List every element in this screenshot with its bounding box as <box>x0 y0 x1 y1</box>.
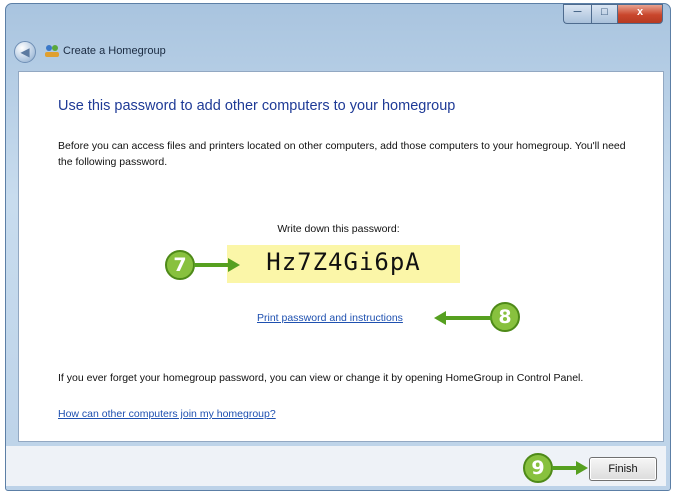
minimize-button[interactable]: ─ <box>563 4 591 24</box>
window-title: Create a Homegroup <box>63 45 166 57</box>
write-down-label: Write down this password: <box>277 223 400 235</box>
print-password-link[interactable]: Print password and instructions <box>257 312 403 324</box>
step-9-arrowhead <box>576 461 588 475</box>
step-9-callout: 9 <box>523 453 553 483</box>
minimize-icon: ─ <box>573 6 582 18</box>
description-text: Before you can access files and printers… <box>58 140 626 168</box>
step-9-arrow <box>552 466 578 470</box>
close-button[interactable]: x <box>617 4 663 24</box>
maximize-icon: □ <box>601 6 608 18</box>
close-icon: x <box>636 6 644 18</box>
back-button[interactable]: ◀ <box>14 41 36 63</box>
step-7-callout: 7 <box>165 250 195 280</box>
maximize-button[interactable]: □ <box>591 4 617 24</box>
back-arrow-icon: ◀ <box>20 45 30 59</box>
forget-password-text: If you ever forget your homegroup passwo… <box>58 372 584 384</box>
join-homegroup-help-link[interactable]: How can other computers join my homegrou… <box>58 408 276 420</box>
step-8-arrowhead <box>434 311 446 325</box>
page-heading: Use this password to add other computers… <box>58 98 456 114</box>
step-8-callout: 8 <box>490 302 520 332</box>
step-7-arrow <box>194 263 230 267</box>
homegroup-icon <box>45 45 59 57</box>
homegroup-password: Hz7Z4Gi6pA <box>266 248 421 276</box>
finish-button[interactable]: Finish <box>589 457 657 481</box>
step-7-arrowhead <box>228 258 240 272</box>
step-8-arrow <box>444 316 492 320</box>
